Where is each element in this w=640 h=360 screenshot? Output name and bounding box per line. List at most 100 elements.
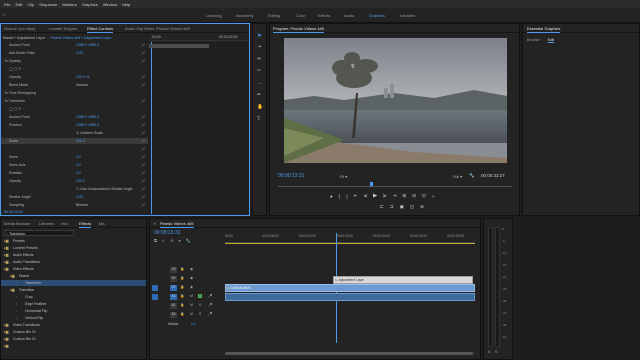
- effects-tree-item[interactable]: ▸▆ Transition: [1, 287, 146, 293]
- snap-icon[interactable]: ⊂: [162, 238, 165, 243]
- comparison-view-icon[interactable]: ◫: [410, 204, 414, 210]
- tab-media-browser[interactable]: Media Browser: [4, 221, 31, 226]
- reset-icon[interactable]: ↺: [142, 115, 145, 119]
- add-marker-icon[interactable]: ●: [330, 194, 333, 199]
- eye-icon[interactable]: ◉: [190, 285, 193, 289]
- effects-tree-item[interactable]: ▸▆: [1, 343, 146, 349]
- program-playhead[interactable]: [370, 182, 373, 186]
- effect-property-row[interactable]: ◯ ▢ ✎: [1, 106, 148, 112]
- timeline-settings-icon[interactable]: 🔧: [186, 238, 191, 243]
- essential-graphics-title[interactable]: Essential Graphics: [527, 26, 561, 33]
- add-marker-icon[interactable]: ▾: [179, 238, 181, 243]
- work-area-bar[interactable]: [225, 243, 475, 244]
- sequence-tab[interactable]: Pinedo Videos 4#5: [160, 221, 194, 228]
- linked-selection-icon[interactable]: ⊘: [170, 238, 173, 243]
- type-tool-icon[interactable]: T: [257, 116, 261, 122]
- audio-clip[interactable]: [225, 293, 475, 301]
- lock-icon[interactable]: 🔒: [180, 267, 184, 271]
- fit-dropdown[interactable]: Fit ▾: [340, 174, 347, 179]
- effect-property-row[interactable]: ↺: [1, 146, 148, 152]
- reset-icon[interactable]: ↺: [142, 83, 145, 87]
- menu-window[interactable]: Window: [103, 2, 117, 7]
- lock-icon[interactable]: 🔒: [180, 285, 184, 289]
- effect-property-row[interactable]: Anti-flicker Filter 0.00 ↺: [1, 50, 148, 56]
- insert-icon[interactable]: ⊞: [402, 193, 406, 199]
- extract-icon[interactable]: ⊐: [390, 204, 394, 210]
- tab-source-0[interactable]: Source: (no clips): [4, 26, 35, 31]
- effects-tree-item[interactable]: ▸▆ Video Transitions: [1, 322, 146, 328]
- effect-property-row[interactable]: Rotation 0.0 ↺: [1, 170, 148, 176]
- effect-property-row[interactable]: fx Opacity ↺: [1, 58, 148, 64]
- solo-button[interactable]: S: [198, 294, 203, 298]
- go-to-out-icon[interactable]: ⇥: [393, 193, 397, 199]
- microphone-icon[interactable]: 🎤: [208, 303, 212, 307]
- settings-wrench-icon[interactable]: 🔧: [469, 173, 475, 179]
- effects-search-field[interactable]: ⌕ Transform: [4, 230, 74, 236]
- property-value[interactable]: 1080.0 1080.0: [76, 43, 99, 47]
- lift-icon[interactable]: ⊏: [380, 204, 384, 210]
- workspace-effects[interactable]: Effects: [318, 13, 330, 18]
- workspace-libraries[interactable]: Libraries: [400, 13, 415, 18]
- property-value[interactable]: 0.00: [76, 195, 83, 199]
- solo-right-button[interactable]: S: [495, 350, 497, 354]
- workspace-graphics[interactable]: Graphics: [369, 13, 385, 18]
- solo-button[interactable]: S: [198, 312, 202, 316]
- effects-tree-item[interactable]: ▸▆ Presets: [1, 238, 146, 244]
- mute-button[interactable]: M: [190, 303, 193, 307]
- step-forward-icon[interactable]: |▸: [383, 193, 386, 199]
- reset-icon[interactable]: ↺: [142, 99, 145, 103]
- close-icon[interactable]: ✕: [153, 221, 156, 226]
- razor-tool-icon[interactable]: ✂: [257, 68, 261, 74]
- source-patch-toggle[interactable]: [152, 267, 158, 273]
- property-value[interactable]: 210.4: [76, 139, 85, 143]
- selection-tool-icon[interactable]: ➤: [257, 32, 262, 39]
- effects-tree-item[interactable]: ▫ Edge Feather: [1, 301, 146, 307]
- tab-effect-controls[interactable]: Effect Controls: [87, 26, 114, 33]
- reset-icon[interactable]: ↺: [142, 123, 145, 127]
- workspace-learning[interactable]: Learning: [206, 13, 222, 18]
- source-patch-toggle[interactable]: [152, 312, 158, 318]
- program-scrubber[interactable]: [278, 182, 512, 187]
- reset-icon[interactable]: ↺: [142, 59, 145, 63]
- workspace-audio[interactable]: Audio: [344, 13, 354, 18]
- track-name[interactable]: V3: [170, 267, 177, 273]
- effect-property-row[interactable]: fx Time Remapping: [1, 90, 148, 96]
- eg-tab-browse[interactable]: Browse: [527, 38, 540, 43]
- go-to-in-icon[interactable]: ⇤: [354, 193, 358, 199]
- track-header-v1[interactable]: V1 🔒 ◉: [150, 284, 225, 292]
- effect-property-row[interactable]: ☑ Uniform Scale ↺: [1, 130, 148, 136]
- track-header-a2[interactable]: A2 🔒 M S 🎤: [150, 302, 225, 310]
- effects-tree-item[interactable]: ▸▆ Lumetri Presets: [1, 245, 146, 251]
- reset-icon[interactable]: ↺: [142, 195, 145, 199]
- reset-icon[interactable]: ↺: [142, 131, 145, 135]
- reset-icon[interactable]: ↺: [142, 155, 145, 159]
- reset-icon[interactable]: ↺: [142, 203, 145, 207]
- menu-file[interactable]: File: [4, 2, 10, 7]
- effects-tree-item[interactable]: ▸▆ Distort: [1, 273, 146, 279]
- timeline-timecode[interactable]: 00:00:13:31: [154, 230, 180, 236]
- menu-markers[interactable]: Markers: [62, 2, 76, 7]
- source-patch-toggle[interactable]: [152, 303, 158, 309]
- effects-tree-item[interactable]: ▫ Transform: [1, 280, 146, 286]
- property-value[interactable]: Bilinear: [76, 203, 88, 207]
- vr-view-icon[interactable]: ⊕: [420, 204, 424, 210]
- master-track[interactable]: Master 0.0: [168, 322, 196, 326]
- solo-left-button[interactable]: S: [488, 350, 490, 354]
- track-header-a1[interactable]: A1 🔒 M S 🎤: [150, 293, 225, 301]
- property-value[interactable]: 100.0: [76, 179, 85, 183]
- tab-source-1[interactable]: Lumetri Scopes: [49, 26, 77, 31]
- effects-tree-item[interactable]: ▫ Vertical Flip: [1, 315, 146, 321]
- tab-libraries[interactable]: Libraries: [39, 221, 54, 226]
- export-frame-icon[interactable]: ⊡: [422, 193, 426, 199]
- effect-property-row[interactable]: Blend Mode Normal ↺: [1, 82, 148, 88]
- video-clip[interactable]: fx DJI0446.MOV: [225, 284, 475, 292]
- quality-dropdown[interactable]: Full ▾: [453, 174, 462, 179]
- workspace-editing[interactable]: Editing: [268, 13, 280, 18]
- tab-effects[interactable]: Effects: [79, 221, 92, 228]
- pen-tool-icon[interactable]: ✒: [257, 92, 261, 98]
- reset-icon[interactable]: ↺: [142, 171, 145, 175]
- property-value[interactable]: 0.0: [76, 163, 81, 167]
- effect-property-row[interactable]: Anchor Point 1080.0 1080.0 ↺: [1, 114, 148, 120]
- track-select-icon[interactable]: ⇥: [257, 44, 261, 50]
- ripple-edit-icon[interactable]: ⇹: [257, 56, 261, 62]
